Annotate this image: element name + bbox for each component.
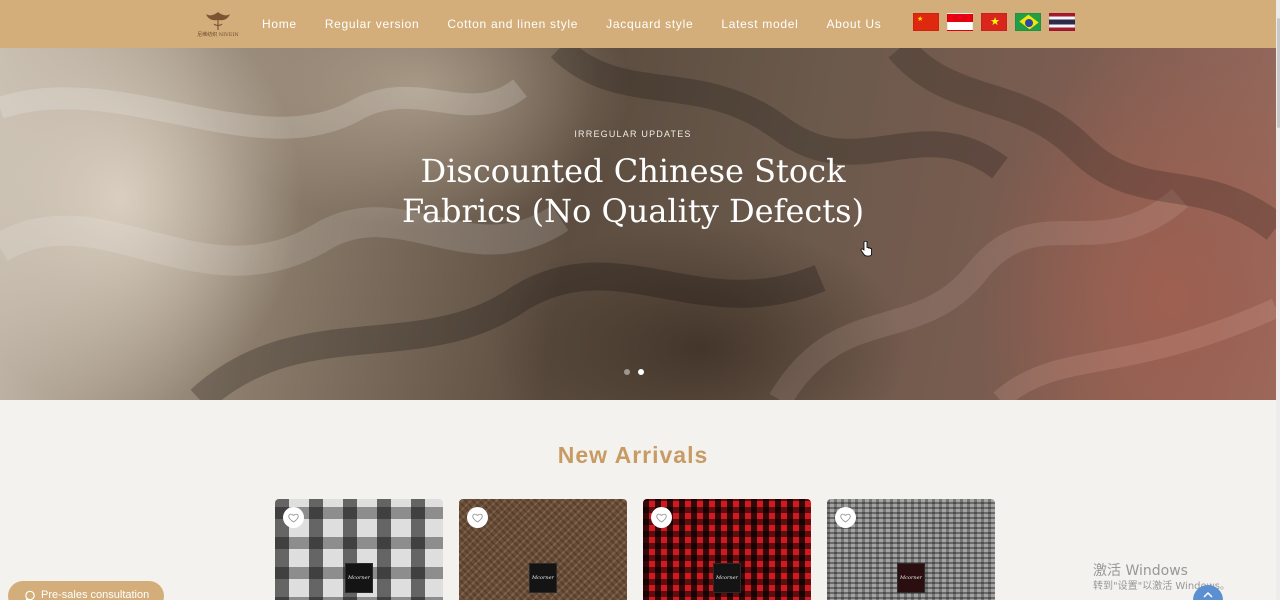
logo-text: 尼维纺织 NIVEIN (197, 32, 239, 38)
nav-about-us[interactable]: About Us (826, 17, 881, 31)
indonesia-flag-icon[interactable] (947, 13, 973, 31)
nav-cotton-linen-style[interactable]: Cotton and linen style (447, 17, 578, 31)
new-arrivals-title: New Arrivals (557, 442, 709, 468)
brand-label-tag: Mcorner (713, 563, 741, 593)
carousel-dot-2[interactable] (638, 369, 644, 375)
product-card-gray-tweed[interactable]: Mcorner (827, 499, 995, 600)
product-grid: Mcorner Mcorner Mcorner Mcorner (275, 499, 1011, 600)
hero-banner: IRREGULAR UPDATES Discounted Chinese Sto… (0, 48, 1276, 400)
pre-sales-consultation-button[interactable]: Pre-sales consultation (8, 581, 164, 600)
product-card-brown-tweed[interactable]: Mcorner (459, 499, 627, 600)
carousel-dots (624, 369, 652, 375)
logo-emblem-icon (206, 12, 230, 30)
main-nav: Home Regular version Cotton and linen st… (262, 0, 909, 48)
language-flags: ★ ★ (913, 13, 1083, 31)
brand-label-tag: Mcorner (529, 563, 557, 593)
chevron-up-icon (1203, 591, 1213, 598)
brand-label-tag: Mcorner (897, 563, 925, 593)
carousel-dot-1[interactable] (624, 369, 630, 375)
heart-icon[interactable] (651, 507, 672, 528)
china-flag-icon[interactable]: ★ (913, 13, 939, 31)
product-card-red-gingham[interactable]: Mcorner (643, 499, 811, 600)
nav-jacquard-style[interactable]: Jacquard style (606, 17, 693, 31)
nav-regular-version[interactable]: Regular version (325, 17, 420, 31)
top-navigation-bar: 尼维纺织 NIVEIN Home Regular version Cotton … (0, 0, 1276, 48)
page-scrollbar[interactable] (1276, 0, 1280, 600)
nav-latest-model[interactable]: Latest model (721, 17, 798, 31)
heart-icon[interactable] (835, 507, 856, 528)
chat-icon (25, 590, 35, 600)
brand-label-tag: Mcorner (345, 563, 373, 593)
heart-icon[interactable] (283, 507, 304, 528)
consult-label: Pre-sales consultation (41, 589, 150, 600)
hero-eyebrow: IRREGULAR UPDATES (574, 129, 692, 139)
brand-logo[interactable]: 尼维纺织 NIVEIN (197, 7, 239, 41)
nav-home[interactable]: Home (262, 17, 297, 31)
thailand-flag-icon[interactable] (1049, 13, 1075, 31)
vietnam-flag-icon[interactable]: ★ (981, 13, 1007, 31)
watermark-line-1: 激活 Windows (1093, 563, 1188, 579)
heart-icon[interactable] (467, 507, 488, 528)
hand-cursor-icon (860, 241, 872, 257)
hero-title: Discounted Chinese Stock Fabrics (No Qua… (401, 152, 865, 230)
brazil-flag-icon[interactable] (1015, 13, 1041, 31)
product-card-plaid-gray[interactable]: Mcorner (275, 499, 443, 600)
